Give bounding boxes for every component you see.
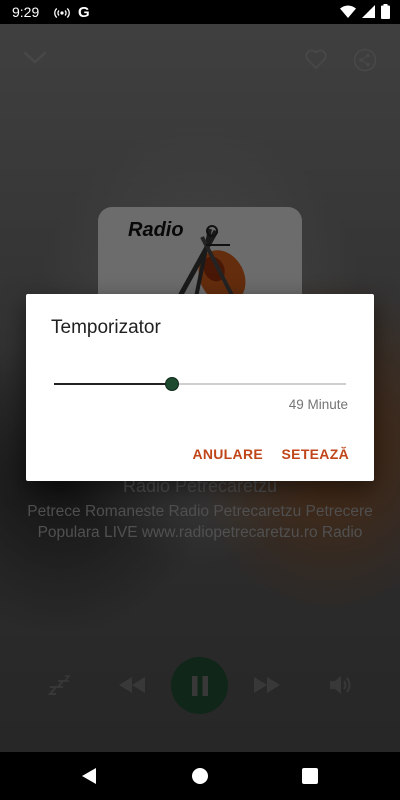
recents-button[interactable] <box>302 768 318 789</box>
slider-track-active[interactable] <box>54 383 172 385</box>
home-button[interactable] <box>191 767 209 790</box>
slider-track-inactive[interactable] <box>172 383 346 385</box>
dialog-title: Temporizator <box>51 317 161 338</box>
signal-icon <box>362 5 375 18</box>
timer-value-label: 49 Minute <box>288 397 348 412</box>
slider-thumb[interactable] <box>165 377 179 391</box>
status-bar: 9:29 G <box>0 0 400 24</box>
wifi-icon <box>340 5 356 18</box>
navigation-bar <box>0 752 400 800</box>
status-time: 9:29 <box>12 4 40 20</box>
google-icon: G <box>78 4 90 21</box>
back-triangle-icon <box>82 768 96 784</box>
status-system-icons <box>340 4 390 19</box>
status-notification-icons: G <box>54 4 90 21</box>
back-button[interactable] <box>80 766 98 791</box>
battery-icon <box>381 4 390 19</box>
recents-square-icon <box>302 768 318 784</box>
cancel-button[interactable]: ANULARE <box>192 446 263 462</box>
set-button[interactable]: SETEAZĂ <box>282 446 349 462</box>
hotspot-icon <box>54 7 70 18</box>
home-circle-icon <box>192 768 208 784</box>
sleep-timer-dialog: Temporizator 49 Minute ANULARE SETEAZĂ <box>26 294 374 481</box>
